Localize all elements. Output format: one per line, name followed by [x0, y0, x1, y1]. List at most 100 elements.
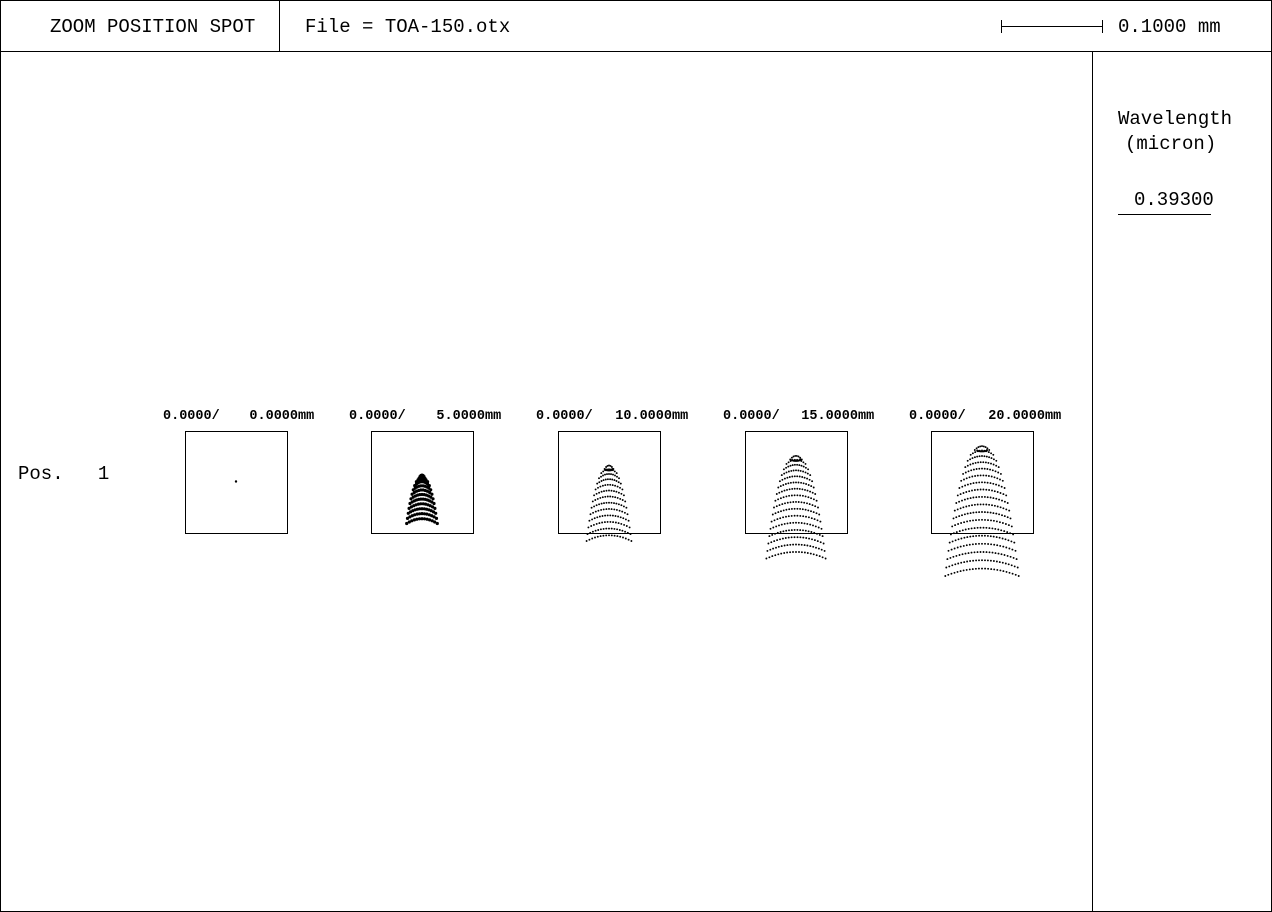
ray-dot	[622, 505, 625, 508]
ray-dot	[602, 474, 604, 477]
ray-dot	[1003, 554, 1006, 556]
ray-dot	[605, 527, 608, 530]
ray-dot	[983, 455, 986, 458]
ray-dot	[1008, 509, 1011, 512]
ray-dot	[804, 471, 807, 474]
ray-dot	[600, 508, 603, 511]
ray-dot	[816, 519, 819, 522]
ray-dot	[987, 543, 990, 545]
ray-dot	[966, 560, 969, 563]
ray-dot	[797, 481, 800, 484]
field-label-4: 0.0000/ 15.0000 mm	[723, 409, 874, 424]
ray-dot	[799, 536, 802, 539]
ray-dot	[800, 464, 803, 467]
ray-dot	[765, 557, 768, 560]
ray-dot	[1005, 508, 1008, 511]
ray-dot	[613, 490, 615, 493]
ray-dot	[809, 552, 812, 555]
ray-dot	[982, 474, 985, 477]
ray-dot	[594, 536, 596, 539]
ray-dot	[821, 535, 824, 538]
ray-dot	[615, 480, 618, 482]
ray-dot	[593, 517, 596, 520]
ray-dot	[971, 452, 974, 455]
ray-dot	[784, 483, 787, 485]
ray-dot	[802, 536, 805, 539]
ray-dot	[954, 539, 957, 542]
ray-dot	[1015, 558, 1018, 561]
ray-dot	[778, 524, 780, 527]
ray-dot	[796, 507, 799, 510]
ray-dot	[971, 543, 974, 546]
ray-dot	[798, 487, 801, 490]
ray-dot	[623, 523, 626, 526]
ray-dot	[995, 536, 998, 539]
ray-dot	[968, 568, 971, 571]
ray-dot	[789, 551, 792, 554]
ray-dot	[790, 507, 793, 510]
ray-dot	[952, 532, 955, 535]
ray-dot	[1005, 546, 1008, 549]
ray-dot	[782, 484, 785, 486]
ray-dot	[621, 499, 624, 501]
ray-dot	[969, 453, 972, 456]
ray-dot	[609, 478, 612, 481]
ray-dot	[612, 473, 614, 476]
ray-dot	[790, 529, 793, 532]
field-label-2: 0.0000/ 5.0000 mm	[349, 409, 501, 424]
ray-dot	[793, 463, 796, 466]
ray-dot	[776, 518, 779, 521]
ray-dot	[606, 483, 609, 486]
ray-dot	[612, 521, 615, 524]
ray-dot	[805, 483, 808, 485]
ray-dot	[969, 458, 972, 461]
ray-dot	[627, 538, 630, 541]
ray-dot	[963, 521, 966, 524]
ray-dot	[621, 488, 624, 491]
ray-dot	[962, 569, 965, 572]
ray-dot	[818, 513, 821, 516]
ray-dot	[796, 536, 799, 539]
ray-dot	[966, 459, 969, 462]
ray-dot	[789, 543, 792, 546]
ray-dot	[992, 497, 995, 500]
ray-dot	[588, 538, 591, 541]
ray-dot	[780, 510, 782, 513]
ray-dot	[991, 527, 994, 530]
ray-dot	[974, 543, 977, 545]
ray-dot	[995, 512, 998, 515]
ray-dot	[592, 523, 595, 526]
ray-dot	[618, 529, 621, 531]
ray-dot	[964, 552, 967, 555]
ray-dot	[627, 519, 630, 522]
ray-dot	[786, 522, 789, 525]
ray-dot	[807, 509, 810, 512]
ray-dot	[1009, 555, 1012, 558]
ray-dot	[800, 481, 803, 484]
ray-dot	[619, 486, 621, 489]
ray-dot	[590, 506, 593, 509]
ray-dot	[796, 475, 799, 478]
ray-dot	[785, 462, 788, 465]
ray-dot	[952, 555, 955, 558]
ray-dot	[1001, 537, 1004, 540]
ray-dot	[1007, 563, 1010, 566]
ray-dot	[961, 529, 964, 532]
spot-pattern-5	[944, 445, 1020, 577]
ray-dot	[795, 469, 797, 472]
ray-dot	[806, 552, 809, 554]
ray-dot	[587, 526, 590, 529]
ray-dot	[1005, 494, 1008, 497]
ray-dot	[975, 468, 978, 470]
field-x-label: 0.0000/	[163, 409, 220, 424]
ray-dot	[773, 519, 776, 522]
ray-dot	[779, 531, 782, 533]
ray-dot	[807, 516, 810, 519]
field-y-label: 15.0000	[801, 409, 858, 424]
ray-dot	[792, 481, 795, 484]
ray-dot	[1008, 571, 1011, 574]
ray-dot	[775, 546, 777, 549]
ray-dot	[809, 490, 812, 493]
ray-dot	[960, 522, 963, 524]
ray-dot	[802, 529, 804, 532]
